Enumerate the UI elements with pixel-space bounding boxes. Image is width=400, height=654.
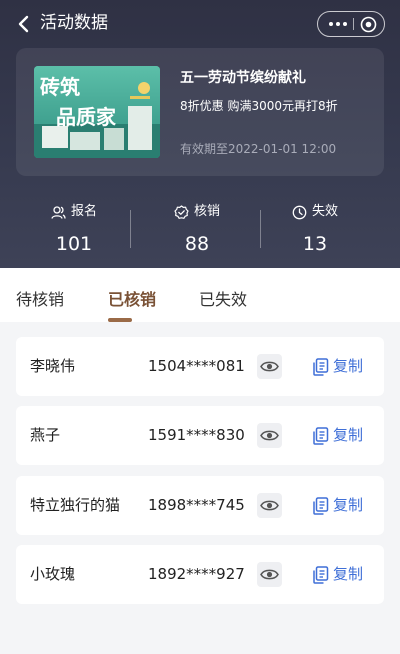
close-target-icon[interactable]	[360, 16, 377, 33]
capsule-divider	[353, 18, 354, 30]
list-item: 燕子 1591****830 复制	[16, 406, 384, 465]
back-arrow-icon[interactable]	[14, 12, 34, 36]
copy-label: 复制	[333, 565, 364, 583]
copy-icon	[313, 566, 329, 584]
copy-icon	[313, 497, 329, 515]
more-dots-icon[interactable]	[327, 18, 349, 30]
stat-signup: 报名 101	[14, 196, 134, 260]
activity-validity: 有效期至2022-01-01 12:00	[180, 142, 337, 156]
record-phone: 1504****081	[148, 357, 245, 375]
activity-thumbnail: 砖筑 品质家	[34, 66, 160, 158]
copy-icon	[313, 427, 329, 445]
list-item: 特立独行的猫 1898****745 复制	[16, 476, 384, 535]
stat-label-signup: 报名	[70, 204, 97, 219]
list-item: 李晓伟 1504****081 复制	[16, 337, 384, 396]
stats-bar: 报名 101 核销 88 失效 13	[0, 196, 400, 260]
activity-card[interactable]: 砖筑 品质家 五一劳动节缤纷献礼 8折优惠 购满3000元再打8折 有效期至20…	[16, 48, 384, 176]
copy-button[interactable]: 复制	[310, 494, 370, 518]
activity-header: 活动数据 砖筑 品质家 五一劳动节缤纷献礼 8折优惠 购满3000元再打8折 有…	[0, 0, 400, 268]
record-name: 特立独行的猫	[30, 496, 121, 514]
record-phone: 1591****830	[148, 426, 245, 444]
record-phone: 1892****927	[148, 565, 245, 583]
stat-verified: 核销 88	[137, 196, 257, 260]
stat-label-verified: 核销	[193, 204, 220, 219]
activity-description: 8折优惠 购满3000元再打8折	[180, 99, 338, 113]
record-name: 李晓伟	[30, 357, 76, 375]
eye-icon	[260, 500, 279, 511]
show-phone-button[interactable]	[257, 423, 282, 448]
svg-text:品质家: 品质家	[56, 105, 117, 129]
list-item: 小玫瑰 1892****927 复制	[16, 545, 384, 604]
copy-button[interactable]: 复制	[310, 424, 370, 448]
show-phone-button[interactable]	[257, 493, 282, 518]
show-phone-button[interactable]	[257, 354, 282, 379]
navigation-bar: 活动数据	[0, 0, 400, 48]
show-phone-button[interactable]	[257, 562, 282, 587]
activity-title: 五一劳动节缤纷献礼	[180, 70, 306, 86]
active-tab-indicator	[108, 318, 132, 322]
stat-value-expired: 13	[302, 233, 328, 255]
record-phone: 1898****745	[148, 496, 245, 514]
copy-label: 复制	[333, 357, 364, 375]
record-tabs: 待核销 已核销 已失效	[0, 268, 400, 322]
eye-icon	[260, 361, 279, 372]
tab-pending[interactable]: 待核销	[16, 289, 64, 311]
copy-button[interactable]: 复制	[310, 355, 370, 379]
stat-value-signup: 101	[55, 233, 93, 255]
copy-icon	[313, 358, 329, 376]
stat-divider	[130, 210, 131, 248]
tab-expired[interactable]: 已失效	[199, 289, 247, 311]
user-group-icon	[51, 205, 66, 219]
stat-expired: 失效 13	[255, 196, 375, 260]
eye-icon	[260, 430, 279, 441]
svg-text:砖筑: 砖筑	[40, 75, 80, 99]
mini-program-capsule	[317, 11, 385, 37]
page-title: 活动数据	[40, 13, 108, 33]
eye-icon	[260, 569, 279, 580]
copy-label: 复制	[333, 426, 364, 444]
verified-badge-icon	[174, 204, 189, 219]
tab-verified[interactable]: 已核销	[108, 289, 156, 311]
record-name: 燕子	[30, 426, 61, 444]
stat-value-verified: 88	[184, 233, 210, 255]
clock-icon	[292, 205, 307, 219]
record-name: 小玫瑰	[30, 565, 76, 583]
copy-label: 复制	[333, 496, 364, 514]
stat-label-expired: 失效	[311, 204, 338, 219]
copy-button[interactable]: 复制	[310, 563, 370, 587]
